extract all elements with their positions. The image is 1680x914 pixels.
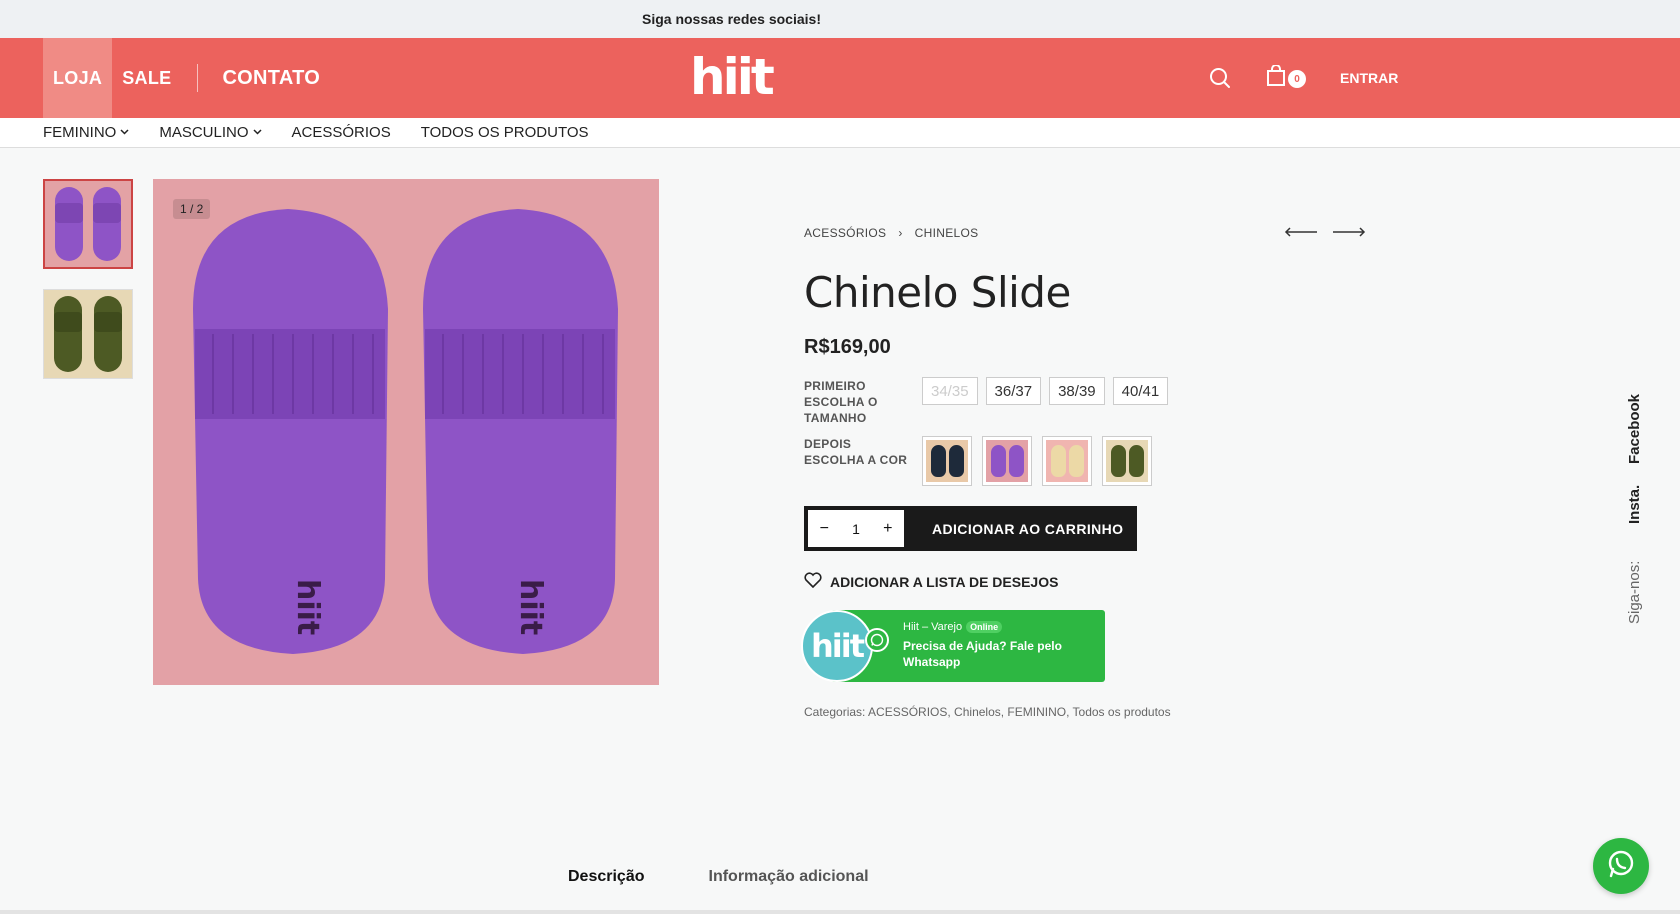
catnav-label: FEMININO bbox=[43, 124, 117, 141]
qty-input[interactable]: 1 bbox=[852, 521, 860, 537]
product-main-image[interactable]: hiit hiit 1 / 2 bbox=[153, 179, 659, 685]
add-to-wishlist-button[interactable]: ADICIONAR A LISTA DE DESEJOS bbox=[804, 572, 1058, 591]
avatar: hiit bbox=[801, 610, 873, 682]
tab-informacao-adicional[interactable]: Informação adicional bbox=[709, 868, 869, 886]
catnav-acessorios[interactable]: ACESSÓRIOS bbox=[292, 124, 391, 141]
catnav-label: ACESSÓRIOS bbox=[291, 124, 391, 141]
nav-loja[interactable]: LOJA bbox=[43, 38, 113, 118]
tab-descricao[interactable]: Descrição bbox=[568, 868, 645, 886]
size-options: 34/35 36/37 38/39 40/41 bbox=[922, 377, 1169, 405]
site-header: LOJA SALE CONTATO hiit 0 ENTRAR bbox=[0, 38, 1680, 118]
product-nav-arrows bbox=[1284, 225, 1366, 237]
add-to-cart-button[interactable]: ADICIONAR AO CARRINHO bbox=[932, 521, 1123, 537]
catnav-label: MASCULINO bbox=[159, 124, 249, 141]
product-price: R$169,00 bbox=[804, 336, 891, 358]
catnav-feminino[interactable]: FEMININO bbox=[43, 124, 129, 141]
product-thumbnail-purple[interactable] bbox=[43, 179, 133, 269]
color-label: DEPOIS ESCOLHA A COR bbox=[804, 437, 908, 467]
product-thumbnail-olive[interactable] bbox=[43, 289, 133, 379]
search-icon[interactable] bbox=[1206, 64, 1234, 92]
breadcrumb-item-acessorios[interactable]: ACESSÓRIOS bbox=[804, 226, 886, 240]
whatsapp-agent: Hiit – Varejo Online bbox=[903, 621, 1003, 633]
login-link[interactable]: ENTRAR bbox=[1340, 70, 1398, 86]
color-swatch-olive[interactable] bbox=[1102, 436, 1152, 486]
social-facebook-link[interactable]: Facebook bbox=[1626, 394, 1643, 464]
social-sidebar: Facebook Insta. Siga-nos: bbox=[1626, 380, 1656, 640]
whatsapp-help-text: Precisa de Ajuda? Fale pelo Whatsapp bbox=[903, 639, 1062, 669]
size-label: PRIMEIRO ESCOLHA O TAMANHO bbox=[804, 379, 878, 425]
arrow-right-icon[interactable] bbox=[1332, 225, 1366, 237]
nav-divider bbox=[197, 64, 199, 92]
cart-count-badge: 0 bbox=[1288, 70, 1306, 88]
chevron-down-icon bbox=[253, 127, 262, 138]
chevron-down-icon bbox=[120, 127, 129, 138]
nav-sale[interactable]: SALE bbox=[112, 38, 181, 118]
cart-icon bbox=[1266, 63, 1286, 92]
header-actions: 0 ENTRAR bbox=[1206, 38, 1398, 118]
breadcrumb: ACESSÓRIOS › CHINELOS bbox=[804, 226, 978, 240]
cart-button[interactable]: 0 bbox=[1266, 63, 1306, 92]
qty-minus-button[interactable]: − bbox=[820, 520, 829, 538]
color-swatch-navy[interactable] bbox=[922, 436, 972, 486]
size-option-34-35[interactable]: 34/35 bbox=[922, 377, 978, 405]
color-swatch-cream[interactable] bbox=[1042, 436, 1092, 486]
add-to-cart-row: − 1 + ADICIONAR AO CARRINHO bbox=[804, 506, 1137, 551]
size-option-36-37[interactable]: 36/37 bbox=[985, 377, 1042, 405]
section-divider bbox=[0, 910, 1680, 914]
image-counter: 1 / 2 bbox=[173, 199, 211, 219]
main-nav: LOJA SALE CONTATO bbox=[43, 38, 320, 118]
whatsapp-contact-card[interactable]: hiit Hiit – Varejo Online Precisa de Aju… bbox=[801, 610, 1105, 682]
color-options bbox=[922, 436, 1152, 486]
product-title: Chinelo Slide bbox=[804, 268, 1071, 317]
qty-plus-button[interactable]: + bbox=[883, 520, 892, 538]
category-nav: FEMININO MASCULINO ACESSÓRIOS TODOS OS P… bbox=[0, 118, 1680, 148]
announcement-bar: Siga nossas redes sociais! bbox=[0, 0, 1680, 38]
product-categories: Categorias: ACESSÓRIOS, Chinelos, FEMINI… bbox=[804, 705, 1171, 719]
whatsapp-icon bbox=[865, 628, 889, 652]
catnav-label: TODOS OS PRODUTOS bbox=[420, 124, 589, 141]
catnav-masculino[interactable]: MASCULINO bbox=[159, 124, 262, 141]
arrow-left-icon[interactable] bbox=[1284, 225, 1318, 237]
catnav-todos-produtos[interactable]: TODOS OS PRODUTOS bbox=[421, 124, 589, 141]
whatsapp-icon bbox=[1606, 849, 1636, 884]
breadcrumb-item-chinelos[interactable]: CHINELOS bbox=[915, 226, 979, 240]
social-follow-label: Siga-nos: bbox=[1626, 560, 1643, 624]
breadcrumb-separator: › bbox=[898, 226, 903, 240]
social-insta-link[interactable]: Insta. bbox=[1626, 485, 1643, 524]
nav-contato[interactable]: CONTATO bbox=[222, 38, 320, 118]
size-option-38-39[interactable]: 38/39 bbox=[1049, 377, 1105, 405]
heart-icon bbox=[804, 572, 822, 591]
whatsapp-float-button[interactable] bbox=[1593, 838, 1649, 894]
product-tabs: Descrição Informação adicional bbox=[568, 868, 869, 886]
announcement-text: Siga nossas redes sociais! bbox=[642, 11, 821, 27]
whatsapp-agent-name: Hiit – Varejo bbox=[903, 621, 963, 633]
svg-text:hiit: hiit bbox=[513, 579, 548, 635]
color-swatch-purple[interactable] bbox=[982, 436, 1032, 486]
status-badge: Online bbox=[966, 621, 1003, 633]
svg-text:hiit: hiit bbox=[290, 579, 325, 635]
size-option-40-41[interactable]: 40/41 bbox=[1112, 377, 1169, 405]
wishlist-label: ADICIONAR A LISTA DE DESEJOS bbox=[830, 573, 1059, 590]
site-logo[interactable]: hiit bbox=[690, 52, 775, 102]
quantity-stepper: − 1 + bbox=[808, 510, 904, 547]
